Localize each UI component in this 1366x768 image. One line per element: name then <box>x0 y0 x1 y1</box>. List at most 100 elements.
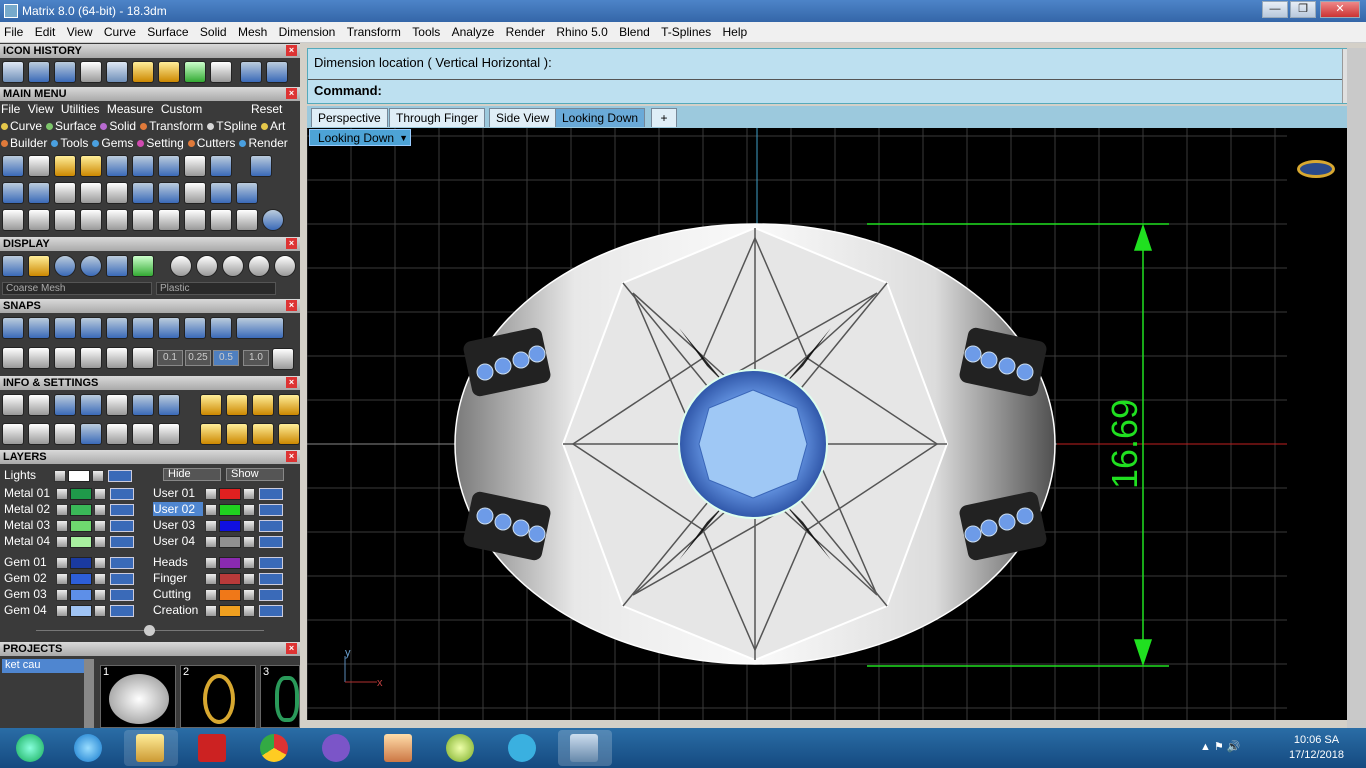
layer-name[interactable]: User 03 <box>153 518 203 532</box>
info-icon[interactable] <box>132 394 154 416</box>
menu-edit[interactable]: Edit <box>31 22 60 39</box>
tool-icon[interactable] <box>80 182 102 204</box>
minimize-button[interactable]: — <box>1262 1 1288 18</box>
tool-icon[interactable] <box>132 209 154 231</box>
mm-gems[interactable]: Gems <box>92 136 133 150</box>
tool-icon[interactable] <box>158 182 180 204</box>
taskbar-v8[interactable] <box>496 730 550 766</box>
expand-icon[interactable] <box>205 520 217 532</box>
tool-icon[interactable] <box>28 155 50 177</box>
history-icon[interactable] <box>54 61 76 83</box>
clock[interactable]: 10:06 SA 17/12/2018 <box>1289 733 1344 763</box>
snap-icon[interactable] <box>28 317 50 339</box>
snap-icon[interactable] <box>236 317 284 339</box>
circle-icon[interactable] <box>262 209 284 231</box>
layer-name[interactable]: Gem 04 <box>4 603 54 617</box>
layer-color-swatch[interactable] <box>70 536 92 548</box>
layer-color-swatch[interactable] <box>219 504 241 516</box>
mm-art[interactable]: Art <box>260 119 285 133</box>
history-icon[interactable] <box>132 61 154 83</box>
history-icon[interactable] <box>210 61 232 83</box>
lock-icon[interactable] <box>243 557 255 569</box>
layer-color-swatch[interactable] <box>219 557 241 569</box>
mm-reset[interactable]: Reset <box>251 102 282 116</box>
info-icon[interactable] <box>2 423 24 445</box>
taskbar-app[interactable] <box>434 730 488 766</box>
lock-icon[interactable] <box>243 605 255 617</box>
layer-name[interactable]: Metal 01 <box>4 486 54 500</box>
info-icon[interactable] <box>226 423 248 445</box>
layer-name[interactable]: User 01 <box>153 486 203 500</box>
mesh-select[interactable]: Coarse Mesh <box>2 282 152 295</box>
filter-icon[interactable] <box>106 423 128 445</box>
layer-toggle[interactable] <box>110 504 134 516</box>
tool-icon[interactable] <box>106 182 128 204</box>
search-icon[interactable] <box>28 394 50 416</box>
layer-row[interactable]: Heads <box>153 555 293 571</box>
layer-row[interactable]: User 02 <box>153 502 293 518</box>
expand-icon[interactable] <box>205 573 217 585</box>
layer-toggle[interactable] <box>259 504 283 516</box>
info-icon[interactable] <box>80 394 102 416</box>
menu-rhino[interactable]: Rhino 5.0 <box>552 22 611 39</box>
info-icon[interactable] <box>226 394 248 416</box>
lock-icon[interactable] <box>243 504 255 516</box>
layer-name[interactable]: Cutting <box>153 587 203 601</box>
sphere-icon[interactable] <box>80 255 102 277</box>
tool-icon[interactable] <box>2 209 24 231</box>
info-icon[interactable] <box>252 423 274 445</box>
layer-color-swatch[interactable] <box>219 589 241 601</box>
layer-name[interactable]: Metal 04 <box>4 534 54 548</box>
taskbar-viber[interactable] <box>310 730 364 766</box>
tool-icon[interactable] <box>54 155 76 177</box>
layer-toggle[interactable] <box>259 573 283 585</box>
menu-view[interactable]: View <box>63 22 97 39</box>
layer-toggle[interactable] <box>259 605 283 617</box>
tool-icon[interactable] <box>2 182 24 204</box>
snap-icon[interactable] <box>132 347 154 369</box>
material-sphere-icon[interactable] <box>196 255 218 277</box>
ring-preview-icon[interactable] <box>1297 160 1335 178</box>
start-button[interactable] <box>4 730 58 766</box>
lock-icon[interactable] <box>94 557 106 569</box>
taskbar-matrix[interactable] <box>558 730 612 766</box>
info-icon[interactable] <box>54 423 76 445</box>
tool-icon[interactable] <box>2 155 24 177</box>
expand-icon[interactable] <box>56 605 68 617</box>
snap-icon[interactable] <box>132 317 154 339</box>
material-sphere-icon[interactable] <box>170 255 192 277</box>
hide-button[interactable]: Hide <box>163 468 221 481</box>
sphere-icon[interactable] <box>54 255 76 277</box>
info-icon[interactable] <box>158 394 180 416</box>
tool-icon[interactable] <box>54 209 76 231</box>
layer-color-swatch[interactable] <box>70 557 92 569</box>
lock-icon[interactable] <box>243 573 255 585</box>
snap-icon[interactable] <box>54 347 76 369</box>
expand-icon[interactable] <box>205 488 217 500</box>
expand-icon[interactable] <box>205 589 217 601</box>
info-icon[interactable] <box>200 394 222 416</box>
layer-toggle[interactable] <box>110 536 134 548</box>
snap-icon[interactable] <box>106 347 128 369</box>
snap-value[interactable]: 0.5 <box>213 350 239 366</box>
layer-name[interactable]: Metal 03 <box>4 518 54 532</box>
history-icon[interactable] <box>80 61 102 83</box>
snap-icon[interactable] <box>210 317 232 339</box>
layer-toggle[interactable] <box>110 589 134 601</box>
add-tab-button[interactable]: + <box>651 108 677 127</box>
display-icon[interactable] <box>106 255 128 277</box>
tool-icon[interactable] <box>184 209 206 231</box>
menu-surface[interactable]: Surface <box>143 22 192 39</box>
layer-toggle[interactable] <box>108 470 132 482</box>
material-sphere-icon[interactable] <box>248 255 270 277</box>
grid-icon[interactable] <box>272 348 294 370</box>
mm-view[interactable]: View <box>28 102 54 116</box>
mm-render[interactable]: Render <box>239 136 288 150</box>
menu-blend[interactable]: Blend <box>615 22 654 39</box>
info-icon[interactable] <box>252 394 274 416</box>
tool-icon[interactable] <box>236 209 258 231</box>
menu-curve[interactable]: Curve <box>100 22 140 39</box>
material-sphere-icon[interactable] <box>222 255 244 277</box>
display-icon[interactable] <box>132 255 154 277</box>
lock-icon[interactable] <box>94 488 106 500</box>
